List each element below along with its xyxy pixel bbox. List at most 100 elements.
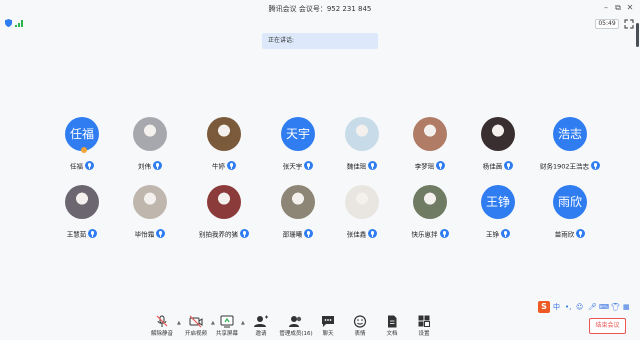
unmute-label: 解除静音 [150, 331, 173, 337]
reactions-button[interactable]: 表情 [344, 312, 376, 340]
participant-avatar [65, 185, 99, 219]
settings-grid-icon [418, 315, 430, 327]
ime-voice-icon[interactable]: 🎤︎ [588, 302, 597, 312]
participant-name: 牛婷 [212, 162, 225, 171]
share-screen-label: 共享屏幕 [215, 331, 238, 337]
participant-tile[interactable]: 毕怡霜 [110, 185, 190, 239]
participant-name: 杨佳茜 [482, 162, 503, 171]
participant-name-row: 别拍我养的猪 [184, 223, 264, 242]
chat-label: 聊天 [322, 331, 334, 337]
participant-name: 苗雨欣 [554, 230, 575, 239]
raise-hand-icon [81, 147, 87, 153]
share-screen-icon [220, 315, 234, 328]
participant-avatar [133, 117, 167, 151]
members-icon [289, 316, 302, 327]
participant-avatar [207, 185, 241, 219]
documents-button[interactable]: 文档 [376, 312, 408, 340]
participant-name-row: 财务1902王浩志 [530, 155, 610, 174]
participant-avatar: 雨欣 [553, 185, 587, 219]
participant-avatar: 王铮 [481, 185, 515, 219]
ime-keyboard-icon[interactable]: ⌨ [599, 302, 609, 312]
microphone-muted-icon [156, 315, 168, 327]
ime-punctuation-icon[interactable]: •, [565, 302, 571, 312]
ime-skin-icon[interactable]: 👕︎ [611, 302, 620, 312]
participant-name-row: 牛婷 [184, 155, 264, 174]
participant-avatar [413, 117, 447, 151]
microphone-icon [501, 229, 510, 238]
invite-label: 邀请 [255, 331, 267, 337]
invite-user-icon [254, 315, 268, 327]
participant-name: 王铮 [486, 230, 499, 239]
microphone-icon [156, 229, 166, 238]
camera-off-icon [189, 315, 203, 328]
reactions-label: 表情 [354, 331, 366, 337]
documents-label: 文档 [386, 331, 398, 337]
participant-avatar: 浩志 [553, 117, 587, 151]
participant-avatar [345, 185, 379, 219]
microphone-icon [504, 161, 514, 170]
participant-name: 邵珊曦 [282, 230, 303, 239]
participant-avatar [281, 185, 315, 219]
participant-avatar [207, 117, 241, 151]
participant-name: 快乐崽拌 [411, 230, 438, 239]
participant-tile[interactable]: 牛婷 [184, 117, 264, 171]
ime-grid-icon[interactable]: ▦ [623, 302, 630, 312]
manage-members-button[interactable]: 管理成员(16) [278, 312, 314, 340]
participant-tile[interactable]: 浩志财务1902王浩志 [530, 117, 610, 171]
share-screen-button[interactable]: 共享屏幕 [211, 312, 243, 340]
microphone-icon [304, 229, 314, 238]
participant-avatar [345, 117, 379, 151]
participant-grid: 任福 任福 刘伟 牛婷 天宇 张天宇 魏佳瑶 李梦瑶 杨佳茜 浩志 财务1902王浩志 王慧茹 毕怡霜别… [0, 0, 640, 300]
chat-bubble-icon [322, 316, 334, 327]
participant-name-row: 杨佳茜 [458, 155, 538, 174]
participant-avatar: 天宇 [281, 117, 315, 151]
participant-name: 魏佳瑶 [346, 162, 367, 171]
participant-name-row: 毕怡霜 [110, 223, 190, 242]
microphone-icon [576, 229, 586, 238]
microphone-icon [368, 161, 378, 170]
participant-name: 李梦瑶 [414, 162, 435, 171]
settings-button[interactable]: 设置 [408, 312, 440, 340]
microphone-icon [439, 229, 449, 238]
smiley-icon [353, 315, 367, 328]
participant-tile[interactable]: 杨佳茜 [458, 117, 538, 171]
participant-name: 财务1902王浩志 [539, 162, 590, 171]
unmute-button[interactable]: 解除静音 [146, 312, 178, 340]
microphone-icon [368, 229, 378, 238]
participant-avatar [133, 185, 167, 219]
microphone-icon [227, 161, 236, 170]
start-video-button[interactable]: 开启视频 [180, 312, 212, 340]
settings-label: 设置 [418, 331, 430, 337]
participant-name-row: 刘伟 [110, 155, 190, 174]
participant-tile[interactable]: 雨欣 苗雨欣 [530, 185, 610, 239]
microphone-icon [304, 161, 314, 170]
participant-name: 张天宇 [282, 162, 303, 171]
meeting-toolbar: 解除静音 ▲ 开启视频 ▲ 共享屏幕 ▲ 邀请 管理成员(16) 聊天 表情 文… [0, 312, 640, 340]
participant-avatar [413, 185, 447, 219]
participant-name: 任福 [70, 162, 83, 171]
participant-name: 张佳鑫 [346, 230, 367, 239]
participant-avatar [481, 117, 515, 151]
microphone-icon [153, 161, 162, 170]
participant-tile[interactable]: 王铮 王铮 [458, 185, 538, 239]
microphone-icon [591, 161, 601, 170]
microphone-icon [240, 229, 249, 238]
invite-button[interactable]: 邀请 [245, 312, 277, 340]
participant-name: 别拍我养的猪 [199, 230, 238, 239]
document-icon [388, 315, 397, 328]
participant-name: 刘伟 [138, 162, 151, 171]
microphone-icon [88, 229, 98, 238]
participant-name: 毕怡霜 [134, 230, 155, 239]
participant-tile[interactable]: 刘伟 [110, 117, 190, 171]
microphone-icon [85, 161, 94, 170]
microphone-icon [436, 161, 446, 170]
ime-emoji-icon[interactable]: ☺ [576, 302, 583, 312]
start-video-label: 开启视频 [184, 331, 207, 337]
participant-tile[interactable]: 别拍我养的猪 [184, 185, 264, 239]
ime-language[interactable]: 中 [553, 302, 560, 312]
participant-avatar: 任福 [65, 117, 99, 151]
chat-button[interactable]: 聊天 [312, 312, 344, 340]
participant-name-row: 王铮 [458, 223, 538, 242]
manage-members-label: 管理成员(16) [279, 331, 313, 337]
participant-name: 王慧茹 [66, 230, 87, 239]
